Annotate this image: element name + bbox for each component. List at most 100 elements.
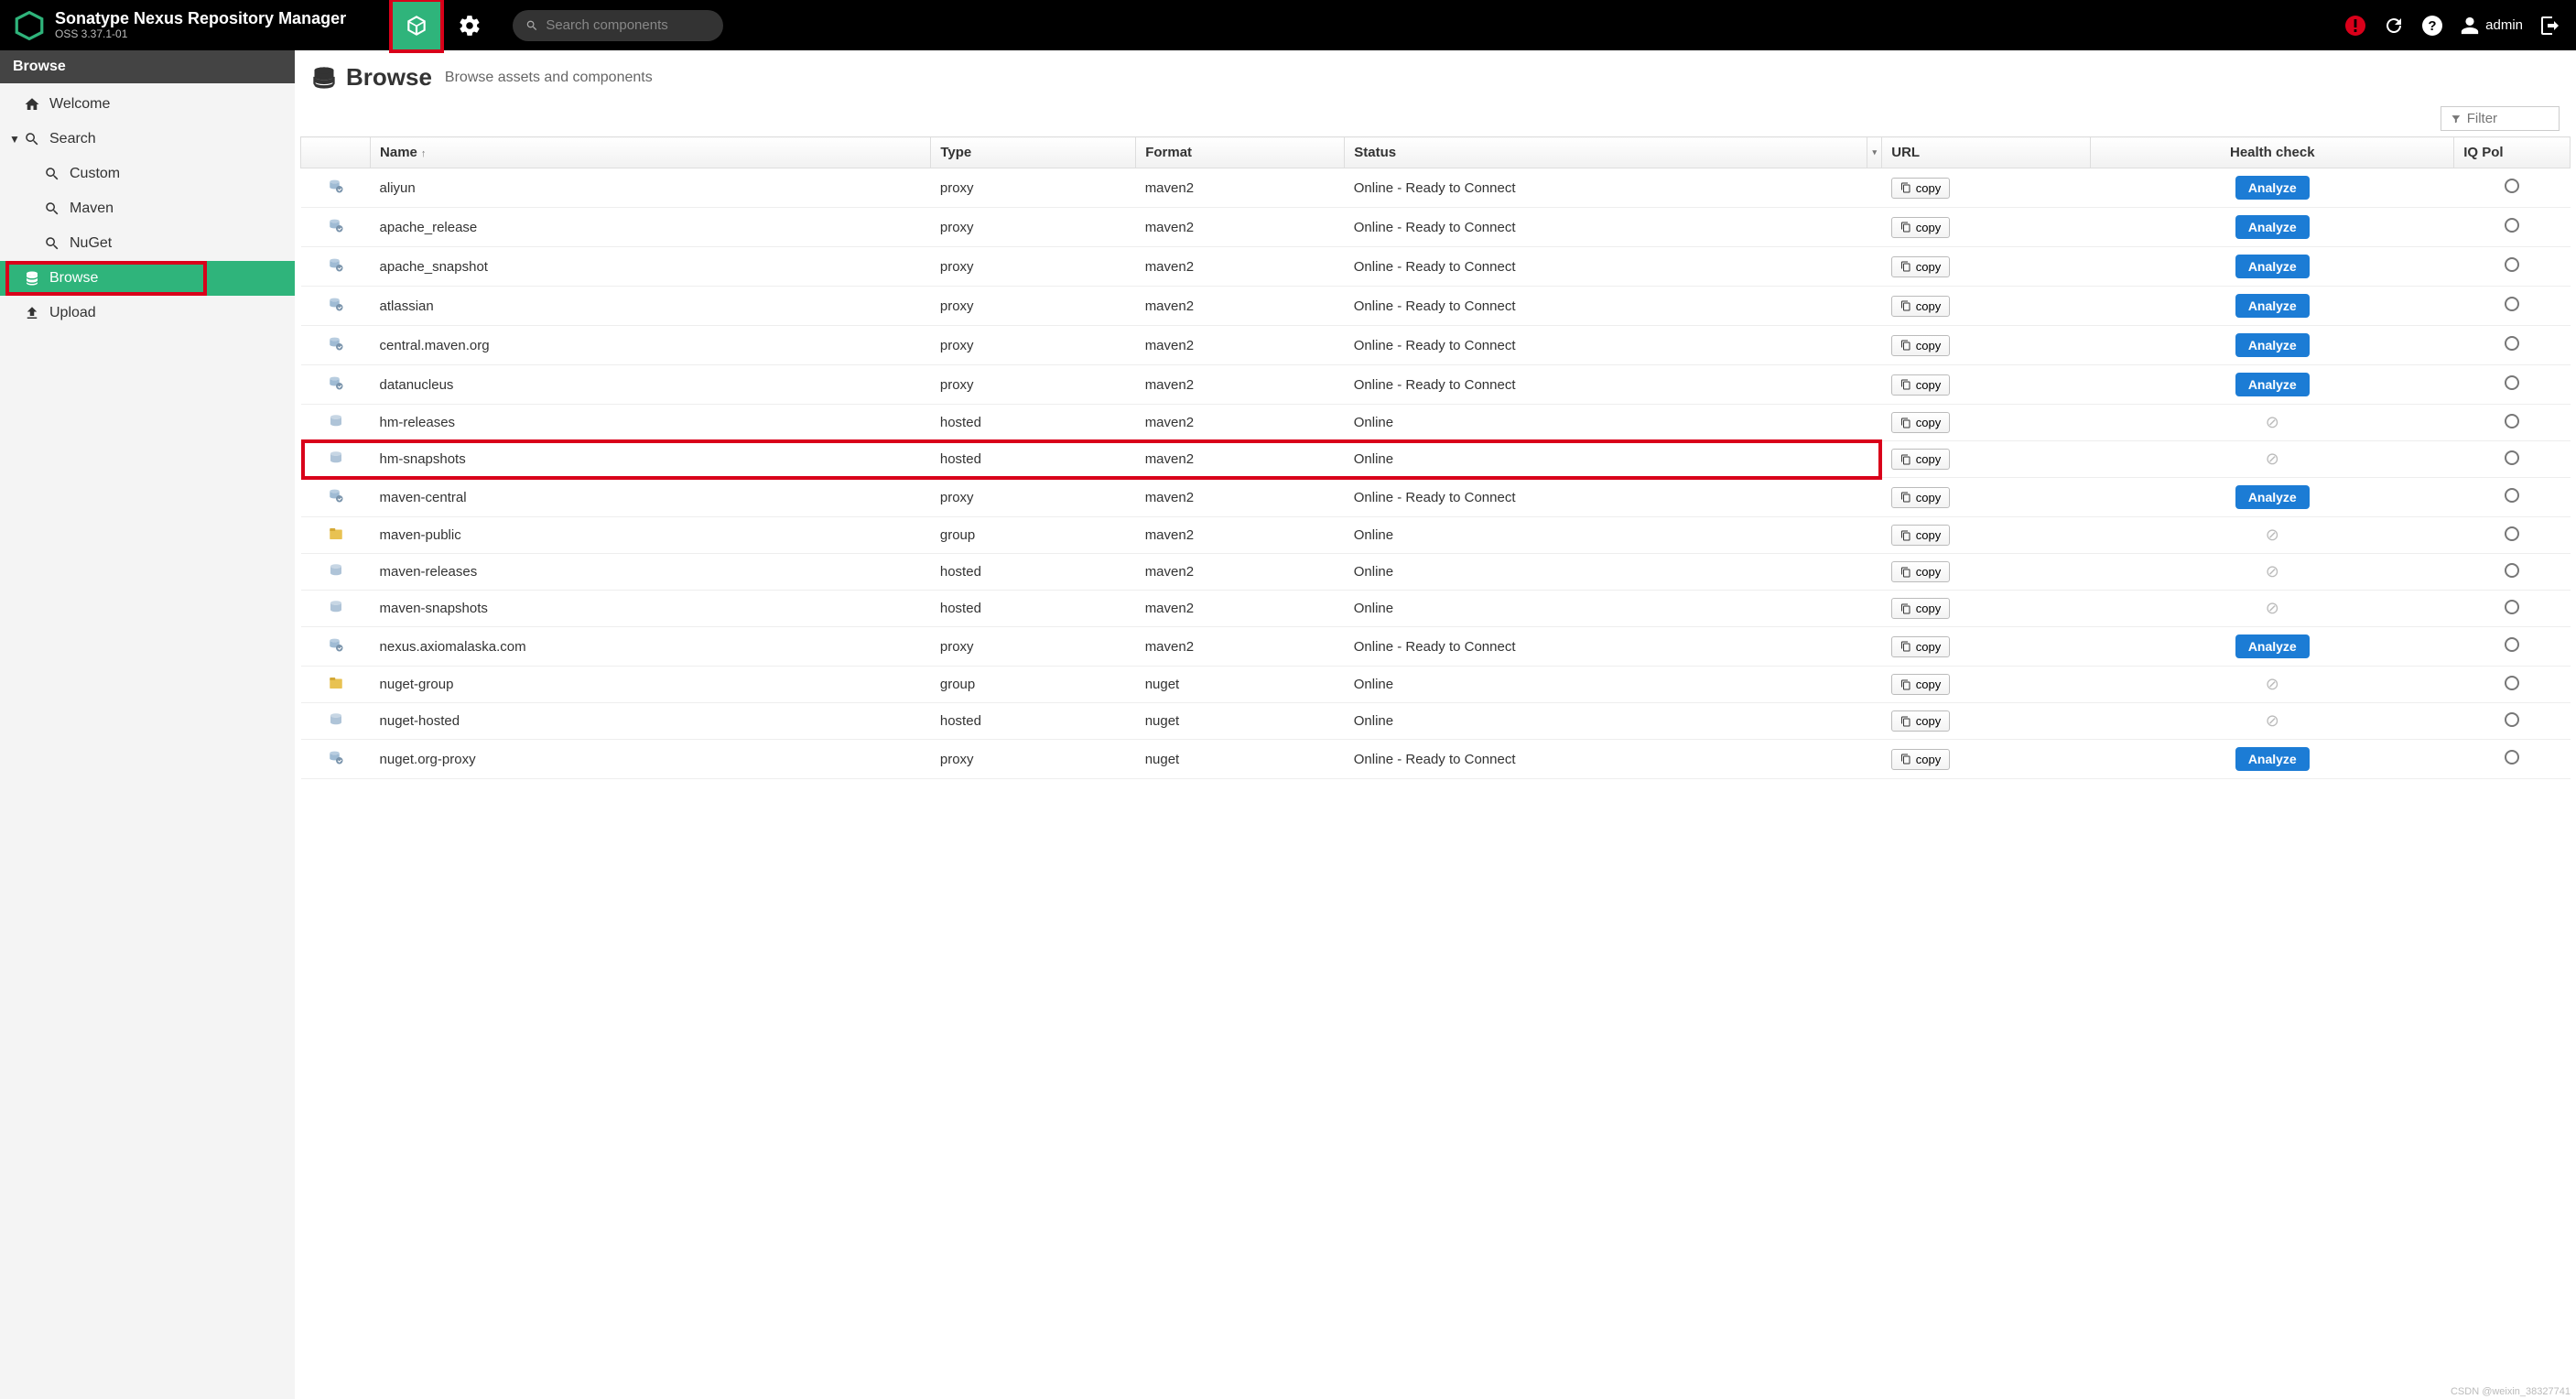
- analyze-button[interactable]: Analyze: [2235, 373, 2310, 396]
- table-row[interactable]: nuget-hostedhostednugetOnlinecopy⊘: [301, 703, 2571, 740]
- user-menu[interactable]: admin: [2460, 16, 2523, 36]
- analyze-button[interactable]: Analyze: [2235, 294, 2310, 318]
- table-row[interactable]: atlassianproxymaven2Online - Ready to Co…: [301, 287, 2571, 326]
- table-row[interactable]: hm-releaseshostedmaven2Onlinecopy⊘: [301, 405, 2571, 441]
- repo-type-icon: [301, 740, 371, 779]
- analyze-button[interactable]: Analyze: [2235, 333, 2310, 357]
- iq-status-icon: [2505, 450, 2519, 465]
- sidebar-item-custom[interactable]: Custom: [0, 157, 295, 191]
- col-name[interactable]: Name↑: [371, 137, 931, 168]
- watermark: CSDN @weixin_38327741: [2451, 1386, 2571, 1397]
- iq-status-icon: [2505, 488, 2519, 503]
- sidebar-item-label: Custom: [70, 166, 120, 182]
- repo-name: nuget.org-proxy: [371, 740, 931, 779]
- sidebar-item-browse[interactable]: Browse: [0, 261, 295, 296]
- repo-grid: Name↑ Type Format Status▾ URL Health che…: [295, 136, 2576, 1399]
- page-subtitle: Browse assets and components: [445, 70, 653, 86]
- sidebar-item-welcome[interactable]: Welcome: [0, 87, 295, 122]
- sidebar-item-nuget[interactable]: NuGet: [0, 226, 295, 261]
- search-box[interactable]: [513, 10, 723, 41]
- repo-name: apache_release: [371, 208, 931, 247]
- table-row[interactable]: apache_releaseproxymaven2Online - Ready …: [301, 208, 2571, 247]
- repo-type-icon: [301, 287, 371, 326]
- sidebar-item-maven[interactable]: Maven: [0, 191, 295, 226]
- table-row[interactable]: maven-publicgroupmaven2Onlinecopy⊘: [301, 517, 2571, 554]
- nav-settings-icon[interactable]: [445, 1, 494, 50]
- sidebar-item-search[interactable]: ▼Search: [0, 122, 295, 157]
- sidebar-item-label: Welcome: [49, 96, 110, 113]
- analyze-button[interactable]: Analyze: [2235, 255, 2310, 278]
- copy-url-button[interactable]: copy: [1891, 710, 1950, 732]
- table-row[interactable]: maven-snapshotshostedmaven2Onlinecopy⊘: [301, 591, 2571, 627]
- repo-status: Online - Ready to Connect: [1345, 326, 1882, 365]
- copy-url-button[interactable]: copy: [1891, 374, 1950, 396]
- repo-format: maven2: [1136, 627, 1345, 667]
- repo-status: Online - Ready to Connect: [1345, 168, 1882, 208]
- filter-box[interactable]: [2441, 106, 2560, 131]
- copy-url-button[interactable]: copy: [1891, 178, 1950, 199]
- col-status[interactable]: Status▾: [1345, 137, 1882, 168]
- table-row[interactable]: central.maven.orgproxymaven2Online - Rea…: [301, 326, 2571, 365]
- table-row[interactable]: nexus.axiomalaska.comproxymaven2Online -…: [301, 627, 2571, 667]
- analyze-button[interactable]: Analyze: [2235, 747, 2310, 771]
- repo-name: hm-snapshots: [371, 441, 931, 478]
- signout-icon[interactable]: [2539, 15, 2561, 37]
- col-health[interactable]: Health check: [2091, 137, 2454, 168]
- copy-url-button[interactable]: copy: [1891, 296, 1950, 317]
- table-row[interactable]: datanucleusproxymaven2Online - Ready to …: [301, 365, 2571, 405]
- repo-name: maven-releases: [371, 554, 931, 591]
- table-row[interactable]: hm-snapshotshostedmaven2Onlinecopy⊘: [301, 441, 2571, 478]
- copy-url-button[interactable]: copy: [1891, 598, 1950, 619]
- copy-url-button[interactable]: copy: [1891, 449, 1950, 470]
- table-row[interactable]: nuget-groupgroupnugetOnlinecopy⊘: [301, 667, 2571, 703]
- copy-url-button[interactable]: copy: [1891, 335, 1950, 356]
- iq-status-icon: [2505, 712, 2519, 727]
- sidebar-item-upload[interactable]: Upload: [0, 296, 295, 331]
- table-row[interactable]: aliyunproxymaven2Online - Ready to Conne…: [301, 168, 2571, 208]
- repo-type: proxy: [931, 208, 1136, 247]
- copy-url-button[interactable]: copy: [1891, 561, 1950, 582]
- table-row[interactable]: maven-releaseshostedmaven2Onlinecopy⊘: [301, 554, 2571, 591]
- repo-name: maven-snapshots: [371, 591, 931, 627]
- repo-type: proxy: [931, 168, 1136, 208]
- repo-status: Online: [1345, 591, 1882, 627]
- analyze-button[interactable]: Analyze: [2235, 176, 2310, 200]
- copy-url-button[interactable]: copy: [1891, 256, 1950, 277]
- repo-status: Online - Ready to Connect: [1345, 478, 1882, 517]
- analyze-button[interactable]: Analyze: [2235, 634, 2310, 658]
- copy-url-button[interactable]: copy: [1891, 749, 1950, 770]
- repo-format: maven2: [1136, 441, 1345, 478]
- nav-cube-icon[interactable]: [392, 1, 441, 50]
- alert-icon[interactable]: [2344, 15, 2366, 37]
- table-row[interactable]: nuget.org-proxyproxynugetOnline - Ready …: [301, 740, 2571, 779]
- repo-type-icon: [301, 667, 371, 703]
- table-row[interactable]: maven-centralproxymaven2Online - Ready t…: [301, 478, 2571, 517]
- copy-url-button[interactable]: copy: [1891, 636, 1950, 657]
- repo-status: Online: [1345, 667, 1882, 703]
- copy-url-button[interactable]: copy: [1891, 525, 1950, 546]
- col-url[interactable]: URL: [1882, 137, 2091, 168]
- search-input[interactable]: [546, 17, 710, 33]
- copy-url-button[interactable]: copy: [1891, 487, 1950, 508]
- help-icon[interactable]: ?: [2421, 15, 2443, 37]
- sidebar-item-label: NuGet: [70, 235, 112, 252]
- filter-input[interactable]: [2467, 111, 2549, 126]
- copy-url-button[interactable]: copy: [1891, 412, 1950, 433]
- copy-url-button[interactable]: copy: [1891, 674, 1950, 695]
- disabled-icon: ⊘: [2266, 675, 2279, 693]
- repo-type-icon: [301, 168, 371, 208]
- col-type[interactable]: Type: [931, 137, 1136, 168]
- repo-name: atlassian: [371, 287, 931, 326]
- analyze-button[interactable]: Analyze: [2235, 215, 2310, 239]
- col-iq[interactable]: IQ Pol: [2454, 137, 2571, 168]
- table-row[interactable]: apache_snapshotproxymaven2Online - Ready…: [301, 247, 2571, 287]
- repo-status: Online: [1345, 405, 1882, 441]
- repo-format: maven2: [1136, 365, 1345, 405]
- copy-url-button[interactable]: copy: [1891, 217, 1950, 238]
- analyze-button[interactable]: Analyze: [2235, 485, 2310, 509]
- refresh-icon[interactable]: [2383, 15, 2405, 37]
- col-format[interactable]: Format: [1136, 137, 1345, 168]
- sidebar-item-label: Maven: [70, 201, 114, 217]
- repo-type-icon: [301, 208, 371, 247]
- disabled-icon: ⊘: [2266, 599, 2279, 617]
